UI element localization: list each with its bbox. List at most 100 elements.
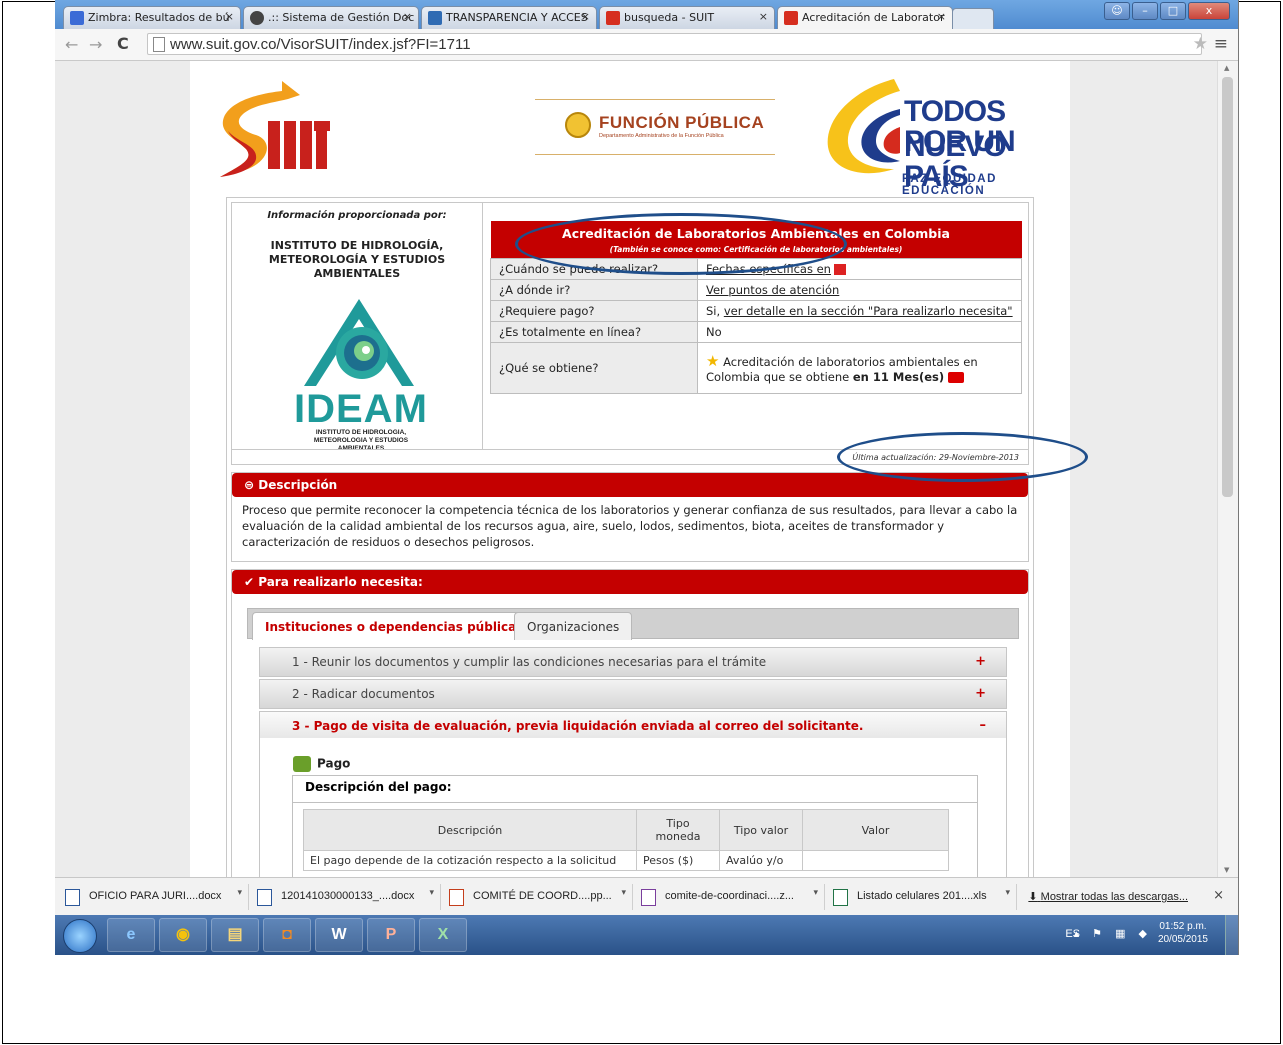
pay-cell: Avalúo y/o (719, 850, 803, 871)
menu-icon[interactable]: ≡ (1214, 34, 1228, 54)
clock-favicon-icon (250, 11, 264, 25)
suit-favicon-icon (784, 11, 798, 25)
media-player-icon[interactable]: ◘ (263, 918, 311, 952)
suit-favicon-icon (606, 11, 620, 25)
pay-cell (802, 850, 949, 871)
scroll-down-icon[interactable]: ▼ (1224, 866, 1229, 874)
table-row: ¿Requiere pago? Si, ver detalle en la se… (490, 300, 1022, 322)
download-name: COMITÉ DE COORD....pp... (473, 890, 612, 902)
pago-table: Descripción Tipo moneda Tipo valor Valor… (303, 809, 949, 871)
tab-close-icon[interactable]: × (581, 10, 590, 23)
bookmark-star-icon[interactable]: ★ (1193, 34, 1208, 54)
tab-close-icon[interactable]: × (937, 10, 946, 23)
browser-tab-acreditacion[interactable]: Acreditación de Laborator × (777, 6, 953, 29)
page-icon (153, 37, 165, 52)
reload-icon[interactable]: C (117, 34, 129, 53)
payment-detail-link[interactable]: ver detalle en la sección "Para realizar… (724, 304, 1013, 318)
minimize-button[interactable]: – (1132, 2, 1158, 20)
tab-title: busqueda - SUIT (624, 11, 715, 24)
start-button-icon[interactable] (63, 919, 97, 953)
file-explorer-icon[interactable]: ▤ (211, 918, 259, 952)
download-item[interactable]: 120141030000133_....docx ▾ (251, 884, 441, 910)
tab-close-icon[interactable]: × (759, 10, 768, 23)
puntos-atencion-link[interactable]: Ver puntos de atención (706, 283, 839, 297)
download-name: comite-de-coordinaci....z... (665, 890, 794, 902)
tab-instituciones[interactable]: Instituciones o dependencias públicas (252, 612, 537, 640)
dropdown-arrow-icon[interactable]: ▾ (429, 887, 434, 898)
windows-taskbar: e ◉ ▤ ◘ W P X ES ▴ ⚑ ▦ ◆ 01:52 p.m. 20/0… (55, 915, 1238, 955)
answer-payment: Si, ver detalle en la sección "Para real… (697, 300, 1022, 322)
pago-title-text: Pago (317, 756, 351, 771)
document-favicon-icon (428, 11, 442, 25)
dropdown-arrow-icon[interactable]: ▾ (1005, 887, 1010, 898)
chrome-icon[interactable]: ◉ (159, 918, 207, 952)
scroll-up-icon[interactable]: ▲ (1224, 64, 1229, 72)
col-tipo-valor: Tipo valor (719, 809, 803, 851)
tab-close-icon[interactable]: × (403, 10, 412, 23)
clock[interactable]: 01:52 p.m. 20/05/2015 (1158, 920, 1208, 946)
tab-title: TRANSPARENCIA Y ACCES (446, 11, 588, 24)
comment-bubble-icon[interactable] (948, 372, 965, 383)
new-tab-button[interactable] (952, 8, 994, 30)
download-item[interactable]: comite-de-coordinaci....z... ▾ (635, 884, 825, 910)
window-controls: ☺ – □ x (1104, 2, 1230, 20)
provider-column: Información proporcionada por: INSTITUTO… (232, 203, 483, 452)
tramite-card: Información proporcionada por: INSTITUTO… (226, 197, 1034, 877)
word-file-icon (257, 889, 272, 906)
vertical-scrollbar[interactable]: ▲ ▼ (1217, 61, 1238, 877)
funcion-publica-title: FUNCIÓN PÚBLICA (599, 113, 765, 132)
show-desktop-button[interactable] (1225, 915, 1238, 955)
excel-icon[interactable]: X (419, 918, 467, 952)
requisitos-heading-text: Para realizarlo necesita: (258, 575, 423, 589)
internet-explorer-icon[interactable]: e (107, 918, 155, 952)
download-item[interactable]: Listado celulares 201....xls ▾ (827, 884, 1017, 910)
window-close-button[interactable]: x (1188, 2, 1230, 20)
tab-close-icon[interactable]: × (225, 10, 234, 23)
requisitos-tabs: Instituciones o dependencias públicas Or… (247, 608, 1019, 640)
browser-screenshot: Zimbra: Resultados de bú × .:: Sistema d… (55, 0, 1239, 955)
expand-plus-icon[interactable]: + (975, 654, 986, 669)
url-bar[interactable]: www.suit.gov.co/VisorSUIT/index.jsf?FI=1… (147, 33, 1202, 55)
back-arrow-icon[interactable]: ← (65, 35, 78, 54)
question-payment: ¿Requiere pago? (490, 300, 698, 322)
expand-plus-icon[interactable]: + (975, 686, 986, 701)
show-all-downloads-link[interactable]: ⬇ Mostrar todas las descargas... (1028, 890, 1188, 903)
word-icon[interactable]: W (315, 918, 363, 952)
tray-icons[interactable]: ▴ ⚑ ▦ ◆ (1074, 927, 1152, 940)
downloads-close-icon[interactable]: × (1213, 888, 1224, 903)
dropdown-arrow-icon[interactable]: ▾ (237, 887, 242, 898)
dropdown-arrow-icon[interactable]: ▾ (813, 887, 818, 898)
step-3-accordion[interactable]: 3 - Pago de visita de evaluación, previa… (259, 711, 1007, 741)
download-item[interactable]: OFICIO PARA JURI....docx ▾ (59, 884, 249, 910)
step-1-accordion[interactable]: 1 - Reunir los documentos y cumplir las … (259, 647, 1007, 677)
browser-tab-zimbra[interactable]: Zimbra: Resultados de bú × (63, 6, 241, 29)
todos-subtitle: PAZ EQUIDAD EDUCACIÓN (902, 173, 997, 197)
tab-organizaciones[interactable]: Organizaciones (514, 612, 633, 640)
clock-date: 20/05/2015 (1157, 934, 1208, 945)
forward-arrow-icon[interactable]: → (89, 35, 102, 54)
funcion-publica-logo: FUNCIÓN PÚBLICA Departamento Administrat… (535, 99, 775, 155)
download-name: OFICIO PARA JURI....docx (89, 890, 222, 902)
result-duration: en 11 Mes(es) (852, 370, 945, 384)
user-icon[interactable]: ☺ (1104, 2, 1130, 20)
dropdown-arrow-icon[interactable]: ▾ (621, 887, 626, 898)
ideam-swirl-icon (304, 299, 414, 386)
step-2-accordion[interactable]: 2 - Radicar documentos + (259, 679, 1007, 709)
show-all-text: Mostrar todas las descargas... (1040, 891, 1188, 903)
step-3-panel: Pago Descripción del pago: Descripción T… (259, 738, 1007, 877)
descripcion-text: Proceso que permite reconocer la compete… (242, 503, 1018, 549)
scrollbar-thumb[interactable] (1222, 77, 1233, 497)
browser-tab-sistema-gestion[interactable]: .:: Sistema de Gestión Doc × (243, 6, 419, 29)
collapse-minus-icon[interactable]: – (980, 718, 987, 733)
browser-tab-busqueda-suit[interactable]: busqueda - SUIT × (599, 6, 775, 29)
maximize-button[interactable]: □ (1160, 2, 1186, 20)
chat-icon: ⊜ (244, 478, 259, 492)
calendar-icon[interactable] (833, 264, 846, 275)
browser-tab-transparencia[interactable]: TRANSPARENCIA Y ACCES × (421, 6, 597, 29)
requisitos-heading[interactable]: ✔ Para realizarlo necesita: (232, 570, 1028, 594)
powerpoint-icon[interactable]: P (367, 918, 415, 952)
ideam-wordmark: IDEAM (294, 387, 428, 431)
download-item[interactable]: COMITÉ DE COORD....pp... ▾ (443, 884, 633, 910)
downloads-bar: OFICIO PARA JURI....docx ▾ 12014103000013… (55, 877, 1238, 916)
zimbra-favicon-icon (70, 11, 84, 25)
